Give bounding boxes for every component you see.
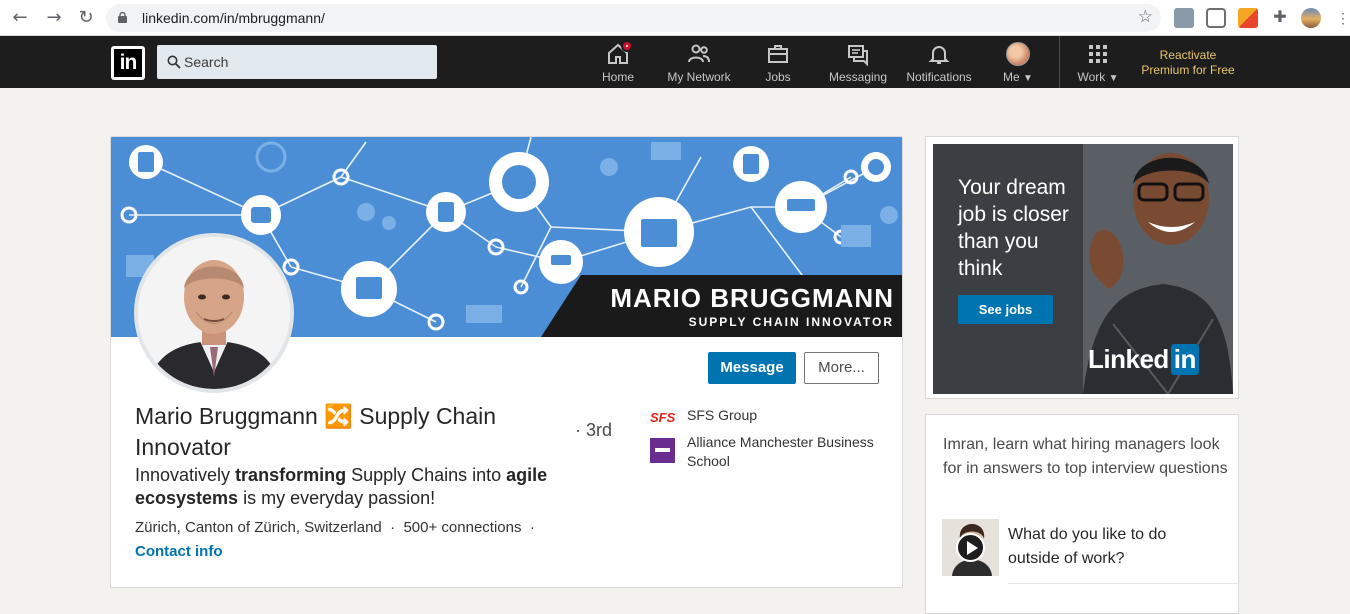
interview-question[interactable]: What do you like to do outside of work? (1008, 523, 1208, 571)
contact-info-link[interactable]: Contact info (135, 543, 223, 560)
tip-description: Imran, learn what hiring managers look f… (943, 436, 1228, 477)
profile-name: Mario Bruggmann 🔀 Supply Chain Innovator (135, 401, 555, 463)
global-nav: in Home My Network Jobs Messaging Notifi… (0, 36, 1350, 88)
banner-name: MARIO BRUGGMANN (610, 283, 894, 313)
briefcase-icon (768, 45, 788, 63)
separator-dot: · (385, 519, 400, 536)
messaging-icon (848, 45, 868, 66)
premium-upsell-link[interactable]: Reactivate Premium for Free (1136, 48, 1240, 78)
separator-dot: · (525, 519, 535, 536)
current-company[interactable]: SFS Group (687, 406, 757, 425)
nav-notifications[interactable]: Notifications (903, 42, 975, 86)
puzzle-extension-icon[interactable]: ✚ (1270, 8, 1290, 28)
profile-name-line2: Innovator (135, 434, 231, 460)
connections-count[interactable]: 500+ connections (403, 519, 521, 536)
address-bar[interactable]: linkedin.com/in/mbruggmann/ ☆ (106, 4, 1161, 32)
nav-work[interactable]: Work ▼ (1072, 42, 1124, 86)
nav-jobs[interactable]: Jobs (762, 42, 794, 86)
nav-label: Jobs (765, 70, 791, 84)
linkedin-logo[interactable]: in (111, 46, 145, 80)
nav-label: Messaging (828, 70, 888, 84)
profile-headline: Innovatively transforming Supply Chains … (135, 465, 548, 508)
nav-divider (1059, 36, 1060, 88)
nav-my-network[interactable]: My Network (664, 42, 734, 86)
nav-label: Notifications (906, 70, 972, 84)
bookmark-star-icon[interactable]: ☆ (1138, 7, 1153, 27)
reload-icon[interactable]: ↻ (74, 6, 98, 30)
ad-headline: Your dream job is closer than you think (958, 176, 1069, 280)
chart-extension-icon[interactable] (1238, 8, 1258, 28)
ad-card: Your dream job is closer than you think … (925, 136, 1239, 399)
avatar (1006, 42, 1030, 66)
interview-tip-card: Imran, learn what hiring managers look f… (925, 414, 1240, 614)
camera-extension-icon[interactable] (1206, 8, 1226, 28)
code-extension-icon[interactable] (1174, 8, 1194, 28)
kebab-menu-icon[interactable]: ⋮ (1336, 8, 1350, 28)
nav-label: Work ▼ (1077, 70, 1119, 84)
see-jobs-button[interactable]: See jobs (958, 295, 1053, 324)
profile-card: MARIO BRUGGMANN SUPPLY CHAIN INNOVATOR M… (110, 136, 903, 588)
profile-avatar[interactable] (1301, 8, 1321, 28)
banner-nameplate: MARIO BRUGGMANN SUPPLY CHAIN INNOVATOR (541, 275, 902, 337)
network-icon (688, 44, 710, 63)
nav-messaging[interactable]: Messaging (828, 42, 888, 86)
nav-label: Me ▼ (1003, 70, 1033, 84)
nav-me[interactable]: Me ▼ (998, 42, 1038, 86)
url-text: linkedin.com/in/mbruggmann/ (142, 10, 325, 26)
profile-photo[interactable] (134, 233, 294, 393)
back-arrow-icon[interactable]: ← (8, 6, 32, 30)
premium-line2: Premium for Free (1141, 63, 1235, 77)
sfs-logo[interactable]: SFS (650, 405, 675, 430)
lock-icon (118, 12, 127, 23)
video-thumbnail[interactable] (942, 519, 999, 576)
chevron-down-icon: ▼ (1023, 73, 1033, 84)
nav-home[interactable]: Home (600, 40, 636, 86)
premium-line1: Reactivate (1159, 48, 1217, 62)
bell-icon (928, 46, 950, 64)
connection-degree: · 3rd (575, 420, 613, 440)
education-school[interactable]: Alliance Manchester Business School (687, 433, 887, 471)
portrait-illustration (138, 237, 290, 389)
search-input[interactable] (184, 51, 424, 73)
search-icon (167, 55, 181, 69)
profile-name-line1: Mario Bruggmann 🔀 Supply Chain (135, 403, 497, 429)
school-logo[interactable] (650, 438, 675, 463)
linkedin-wordmark: Linked in (1088, 344, 1199, 375)
notification-badge (621, 40, 633, 52)
more-button[interactable]: More... (804, 352, 879, 384)
message-button[interactable]: Message (708, 352, 796, 384)
play-icon[interactable] (956, 533, 985, 562)
jobs-ad-banner[interactable]: Your dream job is closer than you think … (933, 144, 1233, 394)
divider (1008, 583, 1240, 584)
profile-location-line: Zürich, Canton of Zürich, Switzerland · … (135, 519, 535, 536)
nav-label: My Network (667, 70, 731, 84)
search-box[interactable] (157, 45, 437, 79)
nav-label: Home (601, 70, 634, 84)
grid-icon (1089, 45, 1107, 63)
chevron-down-icon: ▼ (1108, 73, 1119, 84)
forward-arrow-icon[interactable]: → (42, 6, 66, 30)
banner-subtitle: SUPPLY CHAIN INNOVATOR (688, 315, 894, 329)
browser-toolbar: ← → ↻ linkedin.com/in/mbruggmann/ ☆ ✚ ⋮ (0, 0, 1350, 36)
location-text: Zürich, Canton of Zürich, Switzerland (135, 519, 382, 536)
